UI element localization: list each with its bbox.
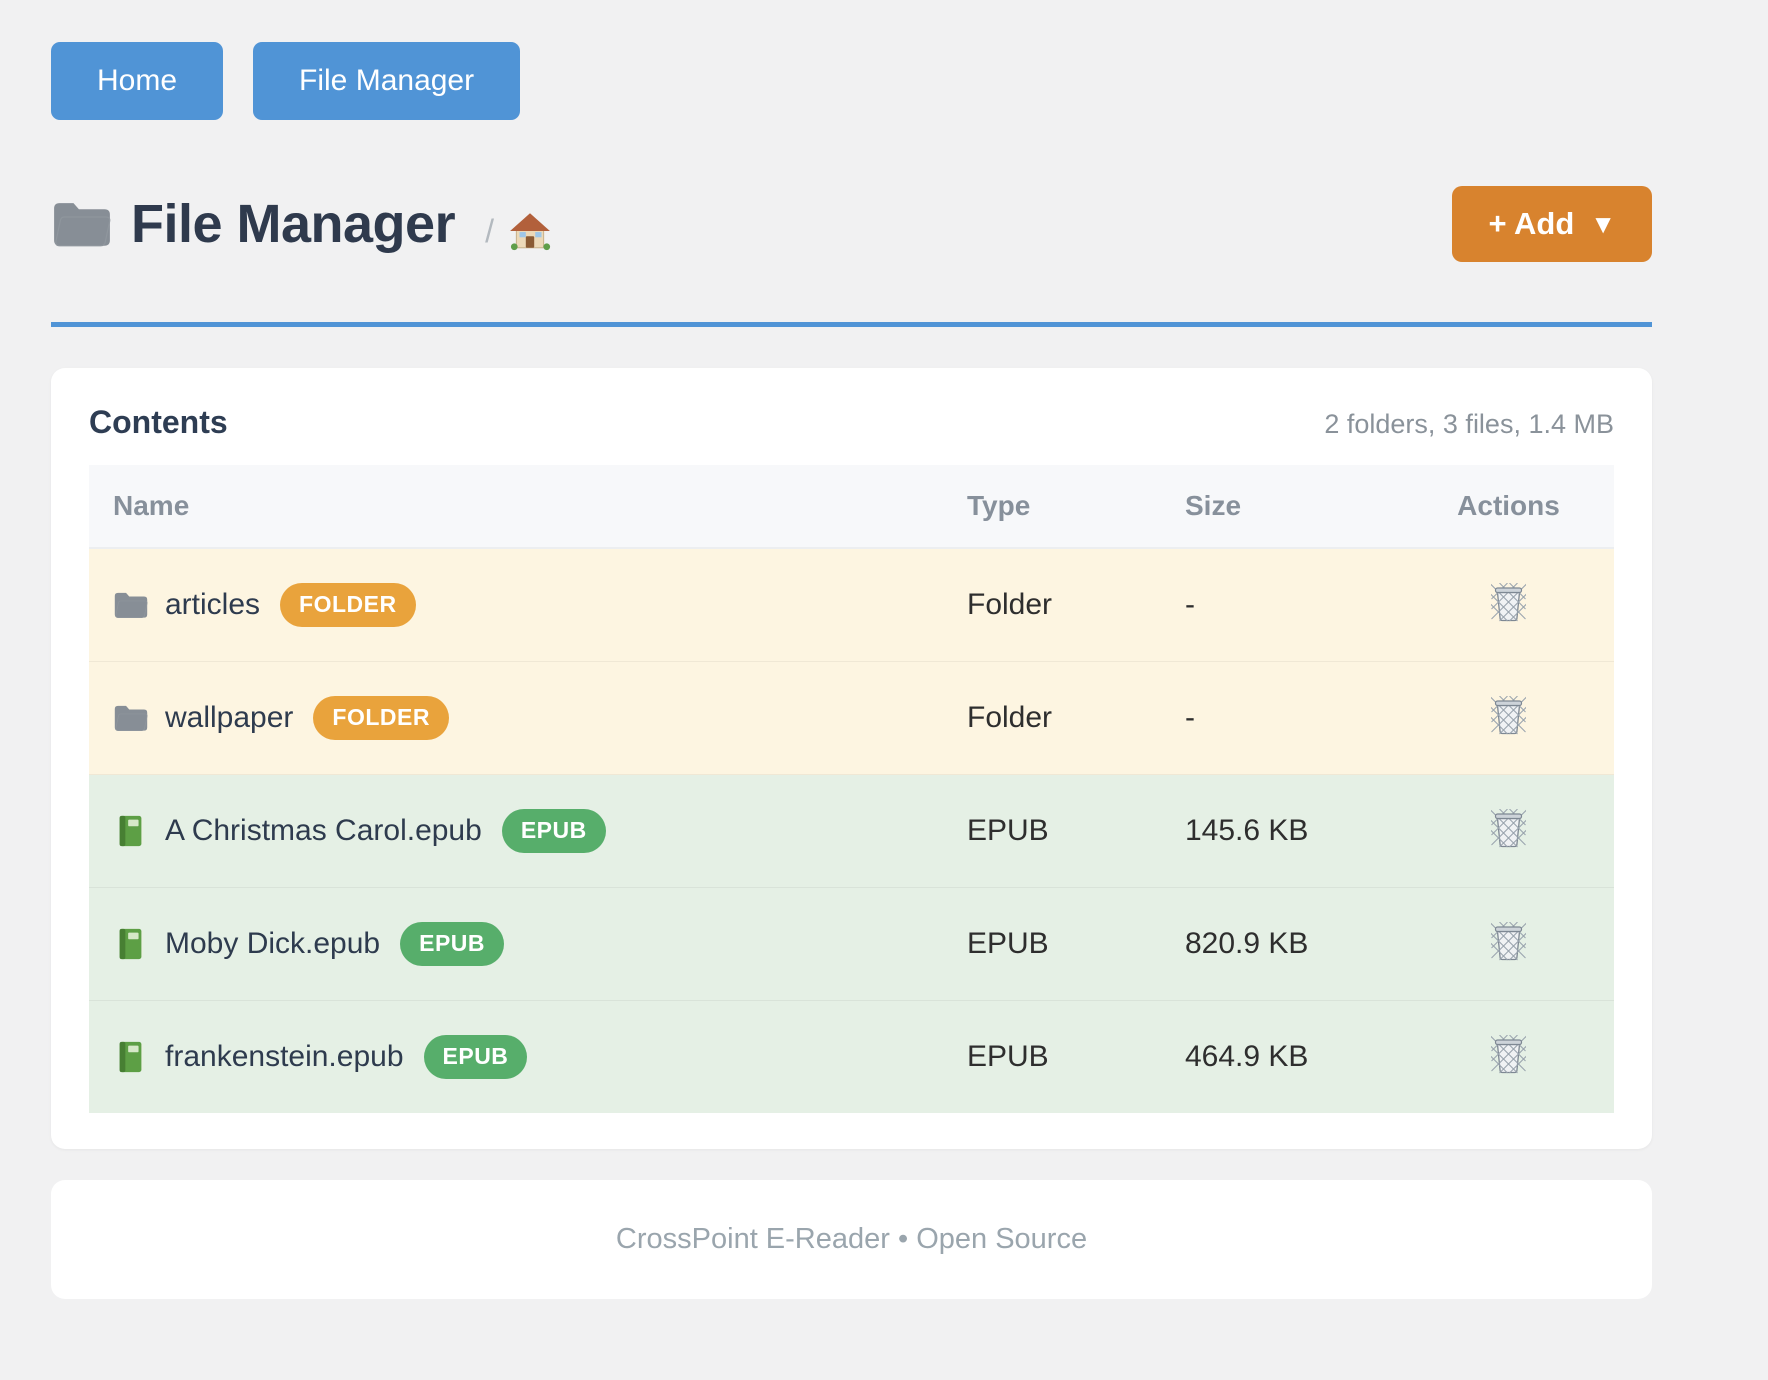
folder-icon xyxy=(113,701,149,735)
breadcrumb: / xyxy=(485,210,552,252)
contents-card-header: Contents 2 folders, 3 files, 1.4 MB xyxy=(89,404,1614,441)
actions-cell xyxy=(1403,548,1614,662)
file-table-head: Name Type Size Actions xyxy=(89,465,1614,548)
delete-button[interactable] xyxy=(1487,692,1530,743)
book-icon xyxy=(113,814,149,848)
nav-file-manager-button[interactable]: File Manager xyxy=(253,42,520,120)
contents-summary: 2 folders, 3 files, 1.4 MB xyxy=(1324,409,1614,440)
chevron-down-icon: ▼ xyxy=(1590,211,1616,237)
type-cell: EPUB xyxy=(943,1001,1161,1114)
contents-heading: Contents xyxy=(89,404,228,441)
trash-icon xyxy=(1491,696,1526,736)
trash-icon xyxy=(1491,809,1526,849)
type-cell: EPUB xyxy=(943,775,1161,888)
type-cell: Folder xyxy=(943,662,1161,775)
delete-button[interactable] xyxy=(1487,1031,1530,1082)
nav-home-button[interactable]: Home xyxy=(51,42,223,120)
name-cell: wallpaper FOLDER xyxy=(89,662,943,775)
column-header-type: Type xyxy=(943,465,1161,548)
breadcrumb-separator: / xyxy=(485,213,494,250)
folder-icon xyxy=(113,588,149,622)
table-row: frankenstein.epub EPUB EPUB 464.9 KB xyxy=(89,1001,1614,1114)
add-button-label: + Add xyxy=(1488,206,1574,242)
top-nav: Home File Manager xyxy=(51,42,1652,120)
type-badge: EPUB xyxy=(424,1035,528,1079)
book-icon xyxy=(113,927,149,961)
file-name-link[interactable]: Moby Dick.epub xyxy=(165,927,380,961)
column-header-actions: Actions xyxy=(1403,465,1614,548)
type-cell: EPUB xyxy=(943,888,1161,1001)
name-cell: Moby Dick.epub EPUB xyxy=(89,888,943,1001)
file-name-link[interactable]: A Christmas Carol.epub xyxy=(165,814,482,848)
name-cell: articles FOLDER xyxy=(89,548,943,662)
delete-button[interactable] xyxy=(1487,918,1530,969)
delete-button[interactable] xyxy=(1487,579,1530,630)
size-cell: 464.9 KB xyxy=(1161,1001,1403,1114)
footer: CrossPoint E-Reader • Open Source xyxy=(51,1180,1652,1299)
actions-cell xyxy=(1403,1001,1614,1114)
file-table: Name Type Size Actions articles FOLDER F… xyxy=(89,465,1614,1113)
type-badge: FOLDER xyxy=(313,696,449,740)
delete-button[interactable] xyxy=(1487,805,1530,856)
name-cell: A Christmas Carol.epub EPUB xyxy=(89,775,943,888)
trash-icon xyxy=(1491,922,1526,962)
folder-icon xyxy=(51,197,113,251)
trash-icon xyxy=(1491,1035,1526,1075)
size-cell: - xyxy=(1161,548,1403,662)
table-row: articles FOLDER Folder - xyxy=(89,548,1614,662)
type-badge: FOLDER xyxy=(280,583,416,627)
title-divider xyxy=(51,322,1652,327)
column-header-name: Name xyxy=(89,465,943,548)
house-icon[interactable] xyxy=(508,210,552,252)
file-table-body: articles FOLDER Folder - wallpaper FOLDE… xyxy=(89,548,1614,1113)
page-header: File Manager / + Add ▼ xyxy=(51,184,1652,264)
size-cell: - xyxy=(1161,662,1403,775)
page-container: Home File Manager File Manager / + Add ▼… xyxy=(51,0,1652,1299)
footer-text: CrossPoint E-Reader • Open Source xyxy=(616,1223,1087,1256)
add-button[interactable]: + Add ▼ xyxy=(1452,186,1652,262)
title-wrap: File Manager xyxy=(51,193,455,255)
file-name-link[interactable]: frankenstein.epub xyxy=(165,1040,404,1074)
actions-cell xyxy=(1403,775,1614,888)
size-cell: 145.6 KB xyxy=(1161,775,1403,888)
type-badge: EPUB xyxy=(502,809,606,853)
table-row: Moby Dick.epub EPUB EPUB 820.9 KB xyxy=(89,888,1614,1001)
book-icon xyxy=(113,1040,149,1074)
table-row: wallpaper FOLDER Folder - xyxy=(89,662,1614,775)
page-title: File Manager xyxy=(131,193,455,255)
actions-cell xyxy=(1403,888,1614,1001)
type-badge: EPUB xyxy=(400,922,504,966)
type-cell: Folder xyxy=(943,548,1161,662)
column-header-size: Size xyxy=(1161,465,1403,548)
trash-icon xyxy=(1491,583,1526,623)
file-name-link[interactable]: wallpaper xyxy=(165,701,293,735)
contents-card: Contents 2 folders, 3 files, 1.4 MB Name… xyxy=(51,368,1652,1149)
name-cell: frankenstein.epub EPUB xyxy=(89,1001,943,1114)
actions-cell xyxy=(1403,662,1614,775)
file-name-link[interactable]: articles xyxy=(165,588,260,622)
size-cell: 820.9 KB xyxy=(1161,888,1403,1001)
table-row: A Christmas Carol.epub EPUB EPUB 145.6 K… xyxy=(89,775,1614,888)
